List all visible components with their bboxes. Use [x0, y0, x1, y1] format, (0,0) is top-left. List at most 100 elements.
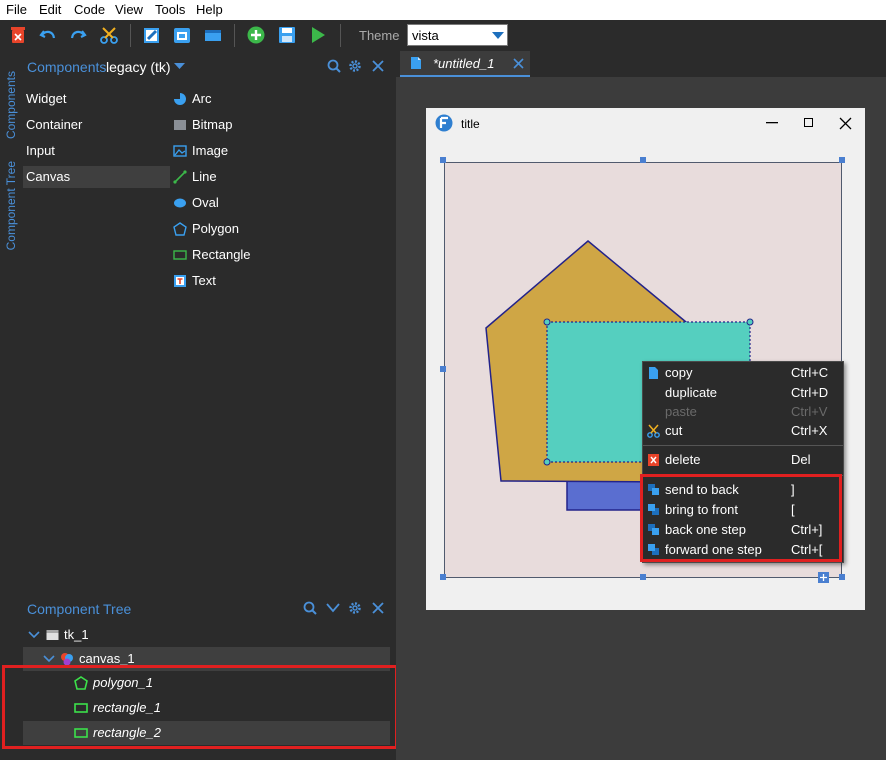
search-icon[interactable] — [303, 601, 317, 615]
component-tree-title: Component Tree — [27, 601, 132, 617]
component-label: Bitmap — [192, 117, 233, 132]
menu-item-label: copy — [665, 365, 693, 380]
toolbar: Theme vista — [0, 20, 886, 51]
menu-item-delete[interactable]: delete Del — [643, 450, 843, 470]
oval-icon — [174, 198, 186, 208]
add-icon[interactable] — [246, 25, 266, 45]
text-icon — [174, 275, 186, 287]
menu-item-paste: paste Ctrl+V — [643, 402, 843, 422]
menu-item-shortcut: Ctrl+X — [791, 423, 828, 438]
menu-item-label: duplicate — [665, 385, 718, 400]
theme-label: Theme — [359, 28, 400, 43]
shape-handle — [746, 318, 754, 326]
menu-divider — [643, 445, 843, 446]
resize-handle — [640, 574, 646, 580]
close-icon[interactable] — [513, 58, 524, 69]
component-label: Arc — [192, 91, 212, 106]
resize-handle — [640, 157, 646, 163]
move-handle-icon — [818, 572, 829, 583]
line-icon — [173, 170, 187, 184]
scissors-icon[interactable] — [99, 25, 119, 45]
gear-icon[interactable] — [348, 59, 362, 73]
category-input[interactable]: Input — [23, 140, 170, 162]
component-tree-header: Component Tree — [23, 591, 390, 621]
theme-select[interactable]: vista — [407, 24, 508, 46]
chevron-down-icon[interactable] — [174, 63, 185, 70]
toolbar-separator — [234, 24, 235, 47]
window-icon — [46, 630, 59, 640]
close-icon[interactable] — [371, 601, 385, 615]
menu-code[interactable]: Code — [74, 2, 105, 17]
component-label: Image — [192, 143, 229, 158]
chevron-down-icon[interactable] — [28, 631, 40, 639]
menu-file[interactable]: File — [6, 2, 27, 17]
run-icon[interactable] — [308, 25, 328, 45]
search-icon[interactable] — [327, 59, 341, 73]
highlight-box — [2, 665, 398, 749]
menu-item-copy[interactable]: copy Ctrl+C — [643, 363, 843, 383]
delete-icon — [648, 454, 659, 466]
category-container[interactable]: Container — [23, 114, 170, 136]
category-widget[interactable]: Widget — [23, 88, 170, 110]
image-icon — [173, 145, 187, 157]
redo-icon[interactable] — [68, 25, 88, 45]
side-tab-bar: Components Component Tree — [0, 51, 23, 760]
chevron-down-icon — [492, 32, 504, 39]
layout-icon[interactable] — [203, 25, 223, 45]
file-icon — [411, 57, 421, 69]
menu-item-shortcut: Ctrl+D — [791, 385, 829, 400]
menu-item-label: delete — [665, 452, 701, 467]
menu-item-cut[interactable]: cut Ctrl+X — [643, 421, 843, 441]
component-label: Text — [192, 273, 216, 288]
resize-handle — [440, 574, 446, 580]
bitmap-icon — [174, 120, 186, 130]
edit-design-icon[interactable] — [142, 25, 162, 45]
shape-handle — [543, 318, 551, 326]
preview-window-icon[interactable] — [172, 25, 192, 45]
components-panel: Components legacy (tk) Widget Container … — [23, 51, 390, 591]
menu-item-label: cut — [665, 423, 683, 438]
tree-item-label: tk_1 — [64, 627, 89, 642]
menu-tools[interactable]: Tools — [155, 2, 185, 17]
rectangle-icon — [173, 250, 187, 260]
category-canvas[interactable]: Canvas — [23, 166, 170, 188]
scissors-icon — [647, 424, 660, 438]
menu-edit[interactable]: Edit — [39, 2, 61, 17]
toolbar-separator — [130, 24, 131, 47]
save-icon[interactable] — [277, 25, 297, 45]
menu-view[interactable]: View — [115, 2, 143, 17]
arc-icon — [174, 93, 186, 105]
copy-icon — [649, 367, 658, 379]
gear-icon[interactable] — [348, 601, 362, 615]
menu-item-shortcut: Del — [791, 452, 811, 467]
polygon-icon — [173, 222, 187, 236]
menu-help[interactable]: Help — [196, 2, 223, 17]
tab-untitled[interactable]: *untitled_1 — [400, 51, 530, 77]
menu-item-duplicate[interactable]: duplicate Ctrl+D — [643, 383, 843, 403]
highlight-box — [640, 474, 842, 562]
theme-select-value: vista — [412, 28, 439, 43]
menu-item-shortcut: Ctrl+V — [791, 404, 828, 419]
component-label: Rectangle — [192, 247, 251, 262]
toolbar-separator — [340, 24, 341, 47]
resize-handle — [440, 366, 446, 372]
close-icon[interactable] — [371, 59, 385, 73]
close-project-icon[interactable] — [8, 25, 28, 45]
component-label: Line — [192, 169, 217, 184]
menu-item-label: paste — [665, 404, 697, 419]
resize-handle — [440, 157, 446, 163]
chevron-down-icon[interactable] — [43, 655, 55, 663]
tree-item-root[interactable]: tk_1 — [23, 623, 390, 647]
menu-item-shortcut: Ctrl+C — [791, 365, 829, 380]
resize-handle — [839, 574, 845, 580]
shape-handle — [543, 458, 551, 466]
tab-component-tree[interactable]: Component Tree — [4, 161, 18, 250]
components-header: Components legacy (tk) — [23, 51, 390, 81]
resize-handle — [839, 157, 845, 163]
component-label: Polygon — [192, 221, 239, 236]
tab-components[interactable]: Components — [4, 71, 18, 139]
chevron-down-icon[interactable] — [326, 603, 340, 613]
undo-icon[interactable] — [38, 25, 58, 45]
component-label: Oval — [192, 195, 219, 210]
library-select-value[interactable]: legacy (tk) — [106, 59, 171, 75]
